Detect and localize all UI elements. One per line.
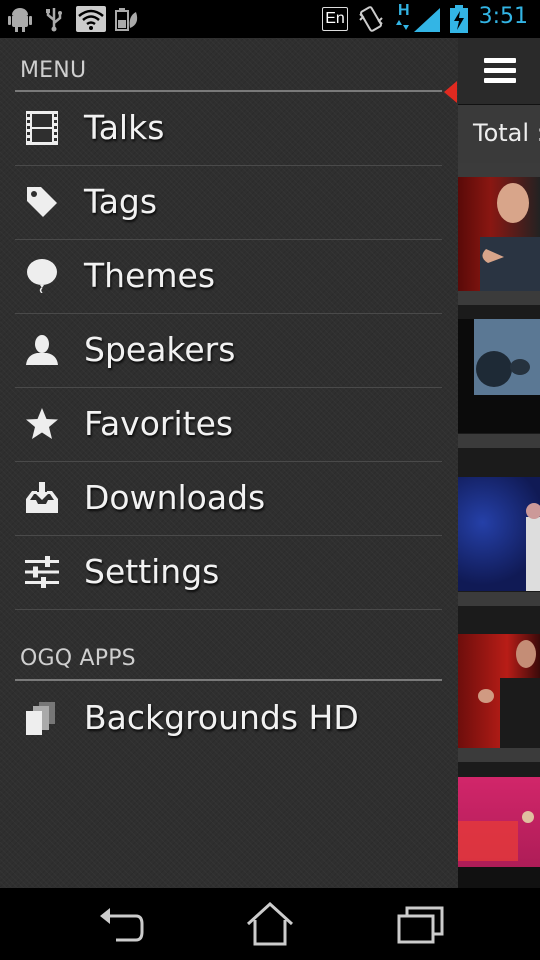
- talk-thumbnail-5[interactable]: [458, 777, 540, 888]
- signal-icon: [414, 8, 440, 32]
- film-icon: [26, 111, 58, 145]
- tag-icon: [27, 187, 57, 217]
- menu-item-label: Themes: [84, 256, 216, 295]
- section-divider: [15, 679, 442, 681]
- menu-item-talks[interactable]: Talks: [15, 93, 442, 166]
- star-icon: [26, 408, 58, 439]
- navigation-drawer: MENU Talks Tags Themes Speakers Favorite…: [0, 38, 458, 888]
- menu-item-label: Speakers: [84, 330, 236, 369]
- menu-item-tags[interactable]: Tags: [15, 167, 442, 240]
- menu-item-label: Talks: [84, 108, 165, 147]
- status-bar: En H 3:51: [0, 0, 540, 38]
- menu-section-header: MENU: [20, 58, 87, 83]
- menu-item-settings[interactable]: Settings: [15, 537, 442, 610]
- vibrate-icon: [359, 6, 383, 32]
- menu-item-label: Tags: [84, 182, 158, 221]
- balloon-icon: [27, 259, 57, 293]
- thumb-separator: [458, 163, 540, 177]
- wifi-icon: [76, 6, 106, 32]
- menu-item-label: Downloads: [84, 478, 266, 517]
- menu-item-downloads[interactable]: Downloads: [15, 463, 442, 536]
- menu-item-label: Settings: [84, 552, 220, 591]
- section-divider: [15, 90, 442, 92]
- thumb-separator: [458, 748, 540, 762]
- data-arrows-icon: [396, 20, 409, 30]
- network-type-label: H: [398, 2, 410, 19]
- hamburger-icon[interactable]: [484, 58, 516, 84]
- menu-item-themes[interactable]: Themes: [15, 241, 442, 314]
- back-icon[interactable]: [96, 902, 146, 946]
- usb-icon: [46, 8, 62, 32]
- android-debug-icon: [8, 8, 32, 32]
- content-action-bar: [458, 38, 540, 105]
- menu-item-favorites[interactable]: Favorites: [15, 389, 442, 462]
- system-nav-bar: [0, 888, 540, 960]
- menu-item-speakers[interactable]: Speakers: [15, 315, 442, 388]
- talk-thumbnail-2[interactable]: [458, 319, 540, 433]
- total-label: Total :: [473, 119, 540, 147]
- clock: 3:51: [478, 4, 528, 29]
- ogq-apps-section-header: OGQ APPS: [20, 646, 136, 671]
- talk-thumbnail-4[interactable]: [458, 634, 540, 748]
- language-indicator: En: [322, 7, 348, 31]
- menu-item-label: Favorites: [84, 404, 234, 443]
- battery-saver-icon: [115, 8, 138, 31]
- total-bar: Total :: [458, 105, 540, 163]
- main-content-peek: Total :: [458, 38, 540, 888]
- home-icon[interactable]: [245, 902, 295, 946]
- stacked-pages-icon: [26, 702, 55, 735]
- battery-charging-icon: [450, 5, 468, 33]
- thumb-separator: [458, 291, 540, 305]
- download-tray-icon: [26, 482, 58, 513]
- thumb-separator: [458, 592, 540, 606]
- selected-item-marker: [444, 81, 457, 103]
- recent-apps-icon[interactable]: [396, 902, 446, 946]
- thumb-separator: [458, 434, 540, 448]
- person-icon: [26, 335, 58, 365]
- app-item-backgrounds-hd[interactable]: Backgrounds HD: [15, 683, 442, 755]
- app-item-label: Backgrounds HD: [84, 698, 359, 737]
- talk-thumbnail-3[interactable]: [458, 477, 540, 591]
- talk-thumbnail-1[interactable]: [458, 177, 540, 291]
- sliders-icon: [25, 556, 59, 588]
